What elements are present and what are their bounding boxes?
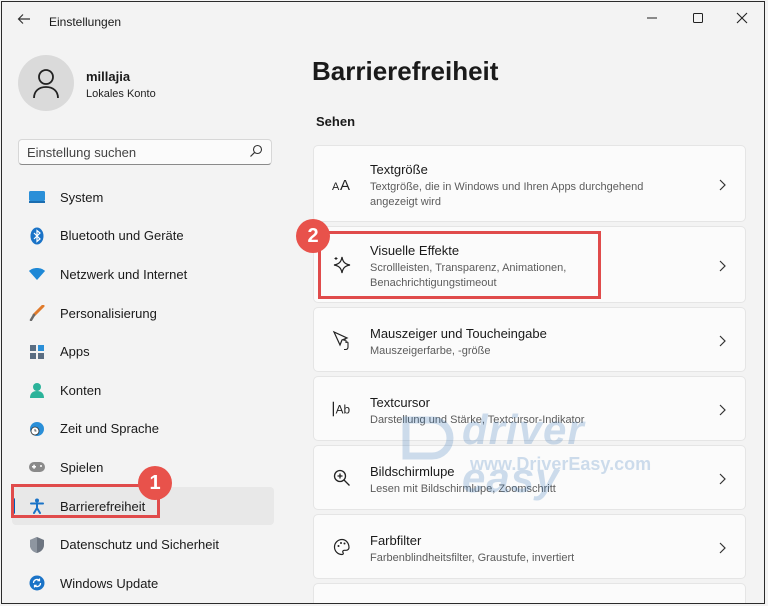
text-size-icon: AA bbox=[332, 174, 352, 194]
wifi-icon bbox=[28, 265, 46, 283]
avatar[interactable] bbox=[18, 55, 74, 111]
sidebar-nav: System Bluetooth und Geräte Netzwerk und… bbox=[12, 178, 274, 603]
sidebar-item-label: Personalisierung bbox=[60, 305, 157, 321]
globe-clock-icon bbox=[28, 420, 46, 438]
search-icon[interactable] bbox=[249, 144, 263, 158]
card-partial[interactable] bbox=[313, 583, 746, 603]
sidebar-item-label: Datenschutz und Sicherheit bbox=[60, 537, 219, 553]
step-badge-2: 2 bbox=[296, 219, 330, 253]
back-arrow-icon[interactable] bbox=[14, 12, 34, 32]
card-title: Mauszeiger und Toucheingabe bbox=[370, 326, 547, 341]
account-icon bbox=[28, 381, 46, 399]
card-mouse-pointer[interactable]: Mauszeiger und Toucheingabe Mauszeigerfa… bbox=[313, 307, 746, 372]
svg-text:A: A bbox=[332, 181, 340, 191]
search-box[interactable] bbox=[18, 139, 272, 165]
sidebar-item-label: Zeit und Sprache bbox=[60, 421, 160, 437]
text-cursor-icon: Ab bbox=[332, 399, 352, 419]
card-description: Darstellung und Stärke, Textcursor-Indik… bbox=[370, 414, 585, 426]
step-badge-1: 1 bbox=[138, 466, 172, 500]
brush-icon bbox=[28, 304, 46, 322]
chevron-right-icon bbox=[719, 179, 726, 191]
sidebar-item-label: Bluetooth und Geräte bbox=[60, 228, 184, 244]
maximize-button[interactable] bbox=[678, 6, 718, 30]
highlight-frame-2 bbox=[318, 231, 601, 299]
sidebar-item-label: System bbox=[60, 189, 104, 205]
card-description: Mauszeigerfarbe, -größe bbox=[370, 345, 491, 357]
sidebar-item-windows-update[interactable]: Windows Update bbox=[12, 564, 274, 603]
highlight-frame-1 bbox=[11, 484, 160, 518]
sidebar-item-system[interactable]: System bbox=[12, 178, 274, 217]
sidebar-item-personalization[interactable]: Personalisierung bbox=[12, 294, 274, 333]
sidebar-item-label: Konten bbox=[60, 382, 102, 398]
sidebar-item-time-language[interactable]: Zeit und Sprache bbox=[12, 410, 274, 449]
minimize-button[interactable] bbox=[632, 6, 672, 30]
update-icon bbox=[28, 574, 46, 592]
close-icon bbox=[736, 12, 748, 24]
apps-icon bbox=[28, 343, 46, 361]
bluetooth-icon bbox=[28, 227, 46, 245]
page-title: Barrierefreiheit bbox=[312, 56, 499, 86]
pointer-icon bbox=[332, 330, 352, 350]
card-description: Farbenblindheitsfilter, Graustufe, inver… bbox=[370, 552, 575, 564]
chevron-right-icon bbox=[719, 542, 726, 554]
card-description: Textgröße, die in Windows und Ihren Apps… bbox=[370, 181, 644, 208]
card-description: Lesen mit Bildschirmlupe, Zoomschritt bbox=[370, 483, 556, 495]
shield-icon bbox=[28, 536, 46, 554]
title-bar: Einstellungen bbox=[2, 2, 764, 40]
sidebar-item-network[interactable]: Netzwerk und Internet bbox=[12, 255, 274, 294]
sidebar-item-bluetooth[interactable]: Bluetooth und Geräte bbox=[12, 217, 274, 256]
sidebar-item-label: Netzwerk und Internet bbox=[60, 266, 188, 282]
minimize-icon bbox=[647, 17, 657, 19]
account-type: Lokales Konto bbox=[86, 88, 156, 100]
system-icon bbox=[28, 188, 46, 206]
app-title: Einstellungen bbox=[49, 15, 122, 29]
chevron-right-icon bbox=[719, 260, 726, 272]
sidebar-item-accounts[interactable]: Konten bbox=[12, 371, 274, 410]
card-text-size[interactable]: AA Textgröße Textgröße, die in Windows u… bbox=[313, 145, 746, 222]
chevron-right-icon bbox=[719, 335, 726, 347]
gamepad-icon bbox=[28, 458, 46, 476]
card-title: Bildschirmlupe bbox=[370, 464, 455, 479]
sidebar-item-apps[interactable]: Apps bbox=[12, 332, 274, 371]
maximize-icon bbox=[693, 13, 703, 23]
card-magnifier[interactable]: Bildschirmlupe Lesen mit Bildschirmlupe,… bbox=[313, 445, 746, 510]
card-title: Textgröße bbox=[370, 162, 428, 177]
section-title: Sehen bbox=[316, 114, 356, 129]
chevron-right-icon bbox=[719, 404, 726, 416]
svg-text:Ab: Ab bbox=[336, 403, 351, 417]
user-icon bbox=[33, 69, 59, 99]
chevron-right-icon bbox=[719, 473, 726, 485]
sidebar-item-label: Apps bbox=[60, 344, 90, 360]
sidebar-item-label: Windows Update bbox=[60, 575, 159, 591]
card-title: Farbfilter bbox=[370, 533, 422, 548]
svg-text:A: A bbox=[340, 177, 350, 191]
palette-icon bbox=[332, 537, 352, 557]
card-color-filters[interactable]: Farbfilter Farbenblindheitsfilter, Graus… bbox=[313, 514, 746, 579]
card-title: Textcursor bbox=[370, 395, 430, 410]
sidebar-item-privacy[interactable]: Datenschutz und Sicherheit bbox=[12, 525, 274, 564]
settings-window: Einstellungen millajia Lokales Konto Sys… bbox=[1, 1, 765, 604]
sidebar-item-label: Spielen bbox=[60, 459, 104, 475]
magnifier-icon bbox=[332, 468, 352, 488]
card-text-cursor[interactable]: Ab Textcursor Darstellung und Stärke, Te… bbox=[313, 376, 746, 441]
search-input[interactable] bbox=[27, 144, 237, 160]
close-button[interactable] bbox=[722, 6, 762, 30]
user-name: millajia bbox=[86, 69, 131, 84]
